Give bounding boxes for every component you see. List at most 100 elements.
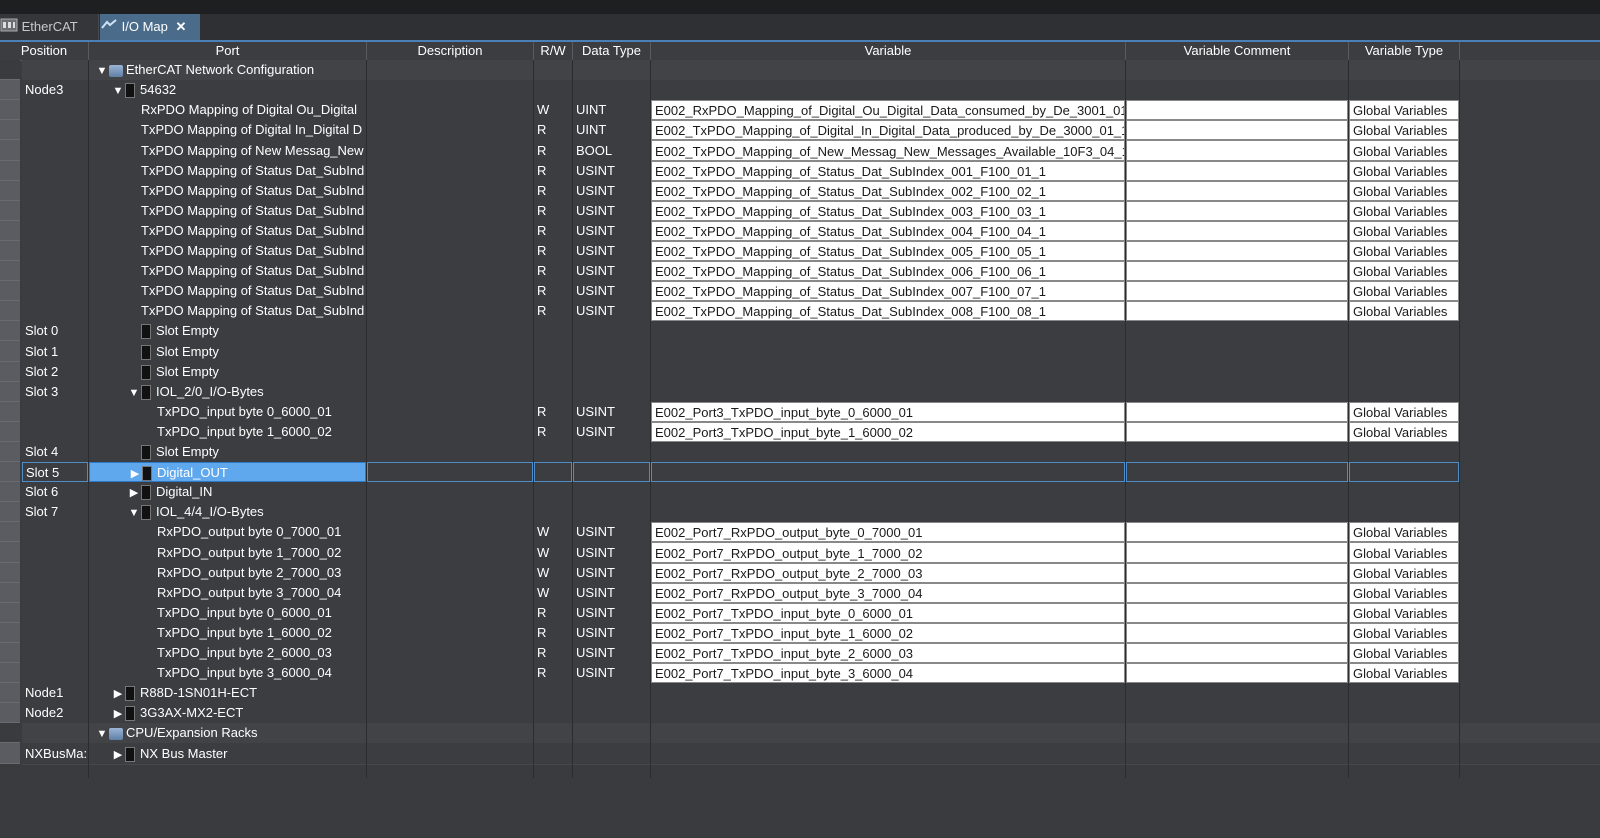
port-cell[interactable]: ▶ Digital_IN <box>89 482 366 502</box>
variable-type-cell[interactable]: Global Variables <box>1349 663 1459 683</box>
port-cell[interactable]: TxPDO Mapping of New Messag_New <box>89 140 366 161</box>
variable-comment-cell[interactable] <box>1126 643 1348 663</box>
column-header-rw[interactable]: R/W <box>534 42 573 61</box>
variable-comment-cell[interactable] <box>1126 181 1348 201</box>
tree-node-row[interactable]: NXBusMa: ▶ NX Bus Master <box>0 743 1600 765</box>
variable-comment-cell[interactable] <box>1126 583 1348 603</box>
variable-comment-cell[interactable] <box>1126 442 1348 462</box>
variable-type-cell[interactable]: Global Variables <box>1349 643 1459 663</box>
column-header-port[interactable]: Port <box>89 42 367 61</box>
row-header-marker[interactable] <box>0 261 20 281</box>
variable-type-cell[interactable] <box>1349 60 1459 80</box>
tree-slot-row[interactable]: Slot 1 Slot Empty <box>0 341 1600 363</box>
description-cell[interactable] <box>367 603 533 623</box>
description-cell[interactable] <box>367 382 533 402</box>
variable-comment-cell[interactable] <box>1126 60 1348 80</box>
expand-arrow-icon[interactable]: ▼ <box>95 61 109 80</box>
row-header-marker[interactable] <box>0 80 20 100</box>
expand-arrow-icon[interactable]: ▼ <box>111 81 125 100</box>
description-cell[interactable] <box>367 703 533 723</box>
variable-cell[interactable] <box>651 341 1125 362</box>
description-cell[interactable] <box>367 80 533 100</box>
port-cell[interactable]: TxPDO_input byte 2_6000_03 <box>89 643 366 663</box>
description-cell[interactable] <box>367 402 533 422</box>
port-cell[interactable]: TxPDO Mapping of Status Dat_SubInd <box>89 301 366 321</box>
variable-type-cell[interactable]: Global Variables <box>1349 140 1459 161</box>
variable-comment-cell[interactable] <box>1126 140 1348 161</box>
tree-group-row[interactable]: ▼ CPU/Expansion Racks <box>0 723 1600 744</box>
port-cell[interactable]: ▼ 54632 <box>89 80 366 100</box>
table-row[interactable]: TxPDO Mapping of Status Dat_SubInd R USINT… <box>0 281 1600 302</box>
port-cell[interactable]: RxPDO_output byte 1_7000_02 <box>89 542 366 563</box>
variable-cell[interactable]: E002_Port3_TxPDO_input_byte_0_6000_01 <box>651 402 1125 422</box>
variable-type-cell[interactable]: Global Variables <box>1349 221 1459 241</box>
variable-comment-cell[interactable] <box>1126 402 1348 422</box>
variable-cell[interactable] <box>651 723 1125 743</box>
variable-comment-cell[interactable] <box>1126 663 1348 683</box>
variable-type-cell[interactable] <box>1349 723 1459 743</box>
variable-comment-cell[interactable] <box>1126 161 1348 181</box>
variable-type-cell[interactable]: Global Variables <box>1349 120 1459 140</box>
description-cell[interactable] <box>367 723 533 743</box>
tree-node-row[interactable]: Node1 ▶ R88D-1SN01H-ECT <box>0 683 1600 704</box>
port-cell[interactable]: ▼ IOL_2/0_I/O-Bytes <box>89 382 366 402</box>
port-cell[interactable]: Slot Empty <box>89 321 366 341</box>
variable-type-cell[interactable]: Global Variables <box>1349 542 1459 563</box>
variable-type-cell[interactable] <box>1349 341 1459 362</box>
variable-comment-cell[interactable] <box>1126 281 1348 301</box>
description-cell[interactable] <box>367 120 533 140</box>
row-header-marker[interactable] <box>0 382 20 402</box>
description-cell[interactable] <box>367 482 533 502</box>
variable-type-cell[interactable] <box>1349 382 1459 402</box>
variable-cell[interactable]: E002_Port7_RxPDO_output_byte_0_7000_01 <box>651 522 1125 542</box>
variable-comment-cell[interactable] <box>1126 462 1348 482</box>
variable-comment-cell[interactable] <box>1126 603 1348 623</box>
variable-type-cell[interactable]: Global Variables <box>1349 181 1459 201</box>
port-cell[interactable]: Slot Empty <box>89 442 366 462</box>
variable-cell[interactable]: E002_TxPDO_Mapping_of_Status_Dat_SubInde… <box>651 221 1125 241</box>
table-row[interactable]: TxPDO_input byte 3_6000_04 R USINT E002_Por… <box>0 663 1600 684</box>
description-cell[interactable] <box>367 321 533 341</box>
variable-type-cell[interactable] <box>1349 703 1459 723</box>
variable-type-cell[interactable] <box>1349 321 1459 341</box>
variable-type-cell[interactable]: Global Variables <box>1349 261 1459 281</box>
variable-type-cell[interactable] <box>1349 482 1459 502</box>
variable-type-cell[interactable]: Global Variables <box>1349 402 1459 422</box>
description-cell[interactable] <box>367 623 533 643</box>
variable-comment-cell[interactable] <box>1126 120 1348 140</box>
port-cell[interactable]: ▶ 3G3AX-MX2-ECT <box>89 703 366 723</box>
variable-cell[interactable]: E002_TxPDO_Mapping_of_Status_Dat_SubInde… <box>651 261 1125 281</box>
description-cell[interactable] <box>367 100 533 120</box>
row-header-marker[interactable] <box>0 583 20 603</box>
row-header-marker[interactable] <box>0 663 20 683</box>
variable-type-cell[interactable]: Global Variables <box>1349 100 1459 120</box>
description-cell[interactable] <box>367 301 533 321</box>
table-row[interactable]: RxPDO Mapping of Digital Ou_Digital W UINT… <box>0 100 1600 121</box>
row-header-marker[interactable] <box>0 542 20 563</box>
row-header-marker[interactable] <box>0 140 20 161</box>
port-cell[interactable]: ▼ CPU/Expansion Racks <box>89 723 366 743</box>
port-cell[interactable]: RxPDO_output byte 3_7000_04 <box>89 583 366 603</box>
variable-cell[interactable] <box>651 362 1125 382</box>
description-cell[interactable] <box>367 583 533 603</box>
variable-cell[interactable]: E002_Port3_TxPDO_input_byte_1_6000_02 <box>651 422 1125 442</box>
variable-cell[interactable] <box>651 442 1125 462</box>
table-row[interactable]: TxPDO Mapping of Status Dat_SubInd R USINT… <box>0 221 1600 242</box>
tree-slot-row[interactable]: Slot 7 ▼ IOL_4/4_I/O-Bytes <box>0 502 1600 523</box>
row-header-marker[interactable] <box>0 502 20 522</box>
variable-cell[interactable]: E002_TxPDO_Mapping_of_Status_Dat_SubInde… <box>651 201 1125 221</box>
row-header-marker[interactable] <box>0 281 20 301</box>
variable-type-cell[interactable]: Global Variables <box>1349 161 1459 181</box>
row-header-marker[interactable] <box>0 482 20 502</box>
tree-group-row[interactable]: ▼ EtherCAT Network Configuration <box>0 60 1600 81</box>
row-header-marker[interactable] <box>0 643 20 663</box>
description-cell[interactable] <box>367 281 533 301</box>
variable-comment-cell[interactable] <box>1126 422 1348 442</box>
tree-slot-row[interactable]: Slot 5 ▶ Digital_OUT <box>0 462 1600 483</box>
port-cell[interactable]: TxPDO Mapping of Digital In_Digital D <box>89 120 366 140</box>
port-cell[interactable]: ▶ R88D-1SN01H-ECT <box>89 683 366 703</box>
variable-comment-cell[interactable] <box>1126 563 1348 583</box>
variable-cell[interactable]: E002_TxPDO_Mapping_of_Status_Dat_SubInde… <box>651 281 1125 301</box>
variable-cell[interactable]: E002_Port7_RxPDO_output_byte_1_7000_02 <box>651 542 1125 563</box>
port-cell[interactable]: TxPDO Mapping of Status Dat_SubInd <box>89 221 366 241</box>
